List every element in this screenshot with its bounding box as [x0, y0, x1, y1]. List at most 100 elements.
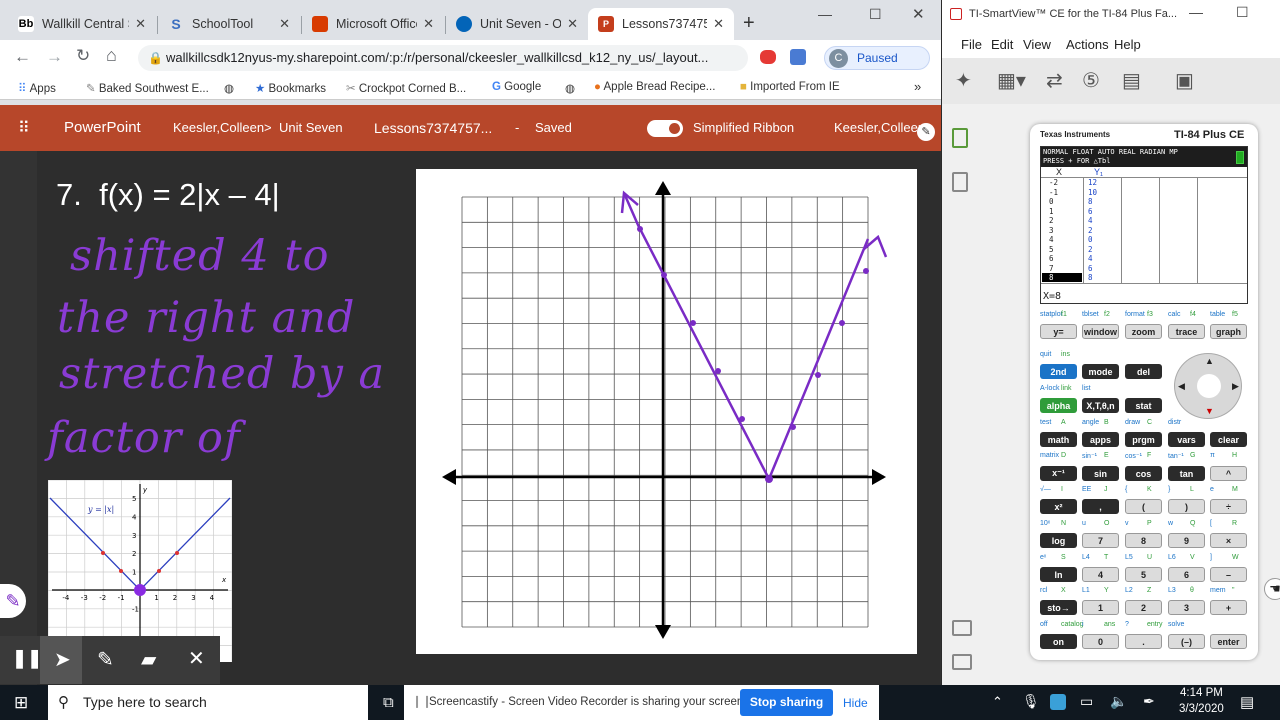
- back-icon[interactable]: ←: [14, 47, 31, 67]
- menu-actions[interactable]: Actions: [1066, 37, 1109, 52]
- bookmark-google[interactable]: G Google: [492, 81, 541, 93]
- screenshot-icon[interactable]: ▣: [1175, 68, 1194, 93]
- expand-panel-icon[interactable]: [952, 620, 972, 636]
- breadcrumb-folder[interactable]: Unit Seven: [279, 120, 343, 135]
- key-[interactable]: (–): [1168, 634, 1205, 649]
- key-alpha[interactable]: alpha: [1040, 398, 1077, 413]
- profile-button[interactable]: C Paused: [824, 46, 930, 70]
- notifications-icon[interactable]: ▤: [1240, 693, 1254, 711]
- key-log[interactable]: log: [1040, 533, 1077, 548]
- clock-time[interactable]: 4:14 PM: [1180, 687, 1223, 699]
- key-math[interactable]: math: [1040, 432, 1077, 447]
- key-XTn[interactable]: X,T,θ,n: [1082, 398, 1119, 413]
- breadcrumb-user[interactable]: Keesler,Colleen: [173, 120, 264, 135]
- key-1[interactable]: 1: [1082, 600, 1119, 615]
- arrow-down-icon[interactable]: ▼: [1205, 406, 1214, 416]
- key-prgm[interactable]: prgm: [1125, 432, 1162, 447]
- minimize-icon[interactable]: —: [818, 6, 832, 22]
- key-graph[interactable]: graph: [1210, 324, 1247, 339]
- arrow-up-icon[interactable]: ▲: [1205, 356, 1214, 366]
- key-8[interactable]: 8: [1125, 533, 1162, 548]
- arrow-right-icon[interactable]: ▶: [1232, 381, 1239, 392]
- tab-onedrive[interactable]: Unit Seven - One ✕: [446, 8, 588, 40]
- bookmark-apps[interactable]: ⠿ Apps: [18, 81, 56, 95]
- close-window-icon[interactable]: ✕: [912, 5, 925, 23]
- close-icon[interactable]: ✕: [567, 16, 578, 32]
- key-0[interactable]: 0: [1082, 634, 1119, 649]
- key-[interactable]: ^: [1210, 466, 1247, 481]
- bookmark-crockpot[interactable]: ✂ Crockpot Corned B...: [346, 81, 466, 95]
- forward-icon[interactable]: →: [46, 47, 63, 67]
- pointer-icon[interactable]: ➤: [54, 647, 71, 672]
- app-launcher-icon[interactable]: ⠿: [18, 118, 30, 138]
- key-trace[interactable]: trace: [1168, 324, 1205, 339]
- key-clear[interactable]: clear: [1210, 432, 1247, 447]
- stop-sharing-button[interactable]: Stop sharing: [740, 689, 833, 716]
- key-on[interactable]: on: [1040, 634, 1077, 649]
- maximize-icon[interactable]: ☐: [1236, 4, 1249, 21]
- calculator-icon[interactable]: ▦▾: [997, 68, 1026, 93]
- layout-icon[interactable]: ▤: [1122, 68, 1141, 93]
- pencil-icon[interactable]: ✎: [97, 647, 114, 672]
- eraser-icon[interactable]: ▰: [141, 647, 156, 672]
- tab-lessons[interactable]: P Lessons7374757 ✕: [588, 8, 734, 40]
- screencastify-icon[interactable]: [1050, 694, 1066, 710]
- clock-date[interactable]: 3/3/2020: [1179, 703, 1224, 715]
- key-tan[interactable]: tan: [1168, 466, 1205, 481]
- key-2[interactable]: 2: [1125, 600, 1162, 615]
- close-icon[interactable]: ✕: [713, 16, 724, 32]
- key-[interactable]: .: [1125, 634, 1162, 649]
- home-icon[interactable]: ⌂: [106, 45, 117, 66]
- pen-icon[interactable]: ✎: [917, 123, 935, 141]
- key-cos[interactable]: cos: [1125, 466, 1162, 481]
- user-name[interactable]: Keesler,Colleen: [834, 120, 922, 135]
- close-icon[interactable]: ✕: [279, 16, 290, 32]
- key-[interactable]: ): [1168, 499, 1205, 514]
- close-icon[interactable]: ✕: [135, 16, 146, 32]
- task-view-icon[interactable]: ⧉: [383, 694, 394, 711]
- key-9[interactable]: 9: [1168, 533, 1205, 548]
- windows-start-icon[interactable]: ⊞: [14, 693, 28, 713]
- key-[interactable]: (: [1125, 499, 1162, 514]
- tab-schooltool[interactable]: S SchoolTool ✕: [158, 8, 300, 40]
- key-apps[interactable]: apps: [1082, 432, 1119, 447]
- app-name[interactable]: PowerPoint: [64, 119, 141, 136]
- key-3[interactable]: 3: [1168, 600, 1205, 615]
- bookmark-baked[interactable]: ✎ Baked Southwest E...: [86, 81, 209, 95]
- reload-icon[interactable]: ↻: [76, 46, 90, 66]
- key-window[interactable]: window: [1082, 324, 1119, 339]
- close-icon[interactable]: ✕: [188, 646, 205, 671]
- ribbon-toggle[interactable]: [647, 120, 683, 137]
- ti-logo-icon[interactable]: ✦: [955, 68, 972, 93]
- emulator-key-icon[interactable]: ⑤: [1082, 68, 1100, 93]
- microphone-icon[interactable]: 🎙: [1022, 693, 1040, 710]
- key-x[interactable]: x⁻¹: [1040, 466, 1077, 481]
- bookmarks-overflow[interactable]: »: [914, 79, 921, 94]
- key-6[interactable]: 6: [1168, 567, 1205, 582]
- key-vars[interactable]: vars: [1168, 432, 1205, 447]
- maximize-icon[interactable]: ☐: [869, 6, 882, 23]
- extension-icon[interactable]: [760, 50, 776, 64]
- tab-wallkill[interactable]: Bb Wallkill Central S ✕: [8, 8, 156, 40]
- file-name[interactable]: Lessons7374757...: [374, 120, 492, 136]
- close-icon[interactable]: ✕: [423, 16, 434, 32]
- key-2nd[interactable]: 2nd: [1040, 364, 1077, 379]
- key-5[interactable]: 5: [1125, 567, 1162, 582]
- key-y[interactable]: y=: [1040, 324, 1077, 339]
- document-panel-icon[interactable]: [952, 172, 968, 192]
- key-stat[interactable]: stat: [1125, 398, 1162, 413]
- arrow-pad[interactable]: ▲ ▼ ◀ ▶: [1174, 353, 1242, 419]
- key-mode[interactable]: mode: [1082, 364, 1119, 379]
- minimize-icon[interactable]: —: [1189, 4, 1203, 20]
- tab-office[interactable]: Microsoft Office ✕: [302, 8, 444, 40]
- menu-help[interactable]: Help: [1114, 37, 1141, 52]
- menu-view[interactable]: View: [1023, 37, 1051, 52]
- key-[interactable]: ×: [1210, 533, 1247, 548]
- key-7[interactable]: 7: [1082, 533, 1119, 548]
- key-[interactable]: –: [1210, 567, 1247, 582]
- key-[interactable]: ,: [1082, 499, 1119, 514]
- key-zoom[interactable]: zoom: [1125, 324, 1162, 339]
- new-tab-button[interactable]: +: [743, 12, 755, 35]
- key-del[interactable]: del: [1125, 364, 1162, 379]
- key-enter[interactable]: enter: [1210, 634, 1247, 649]
